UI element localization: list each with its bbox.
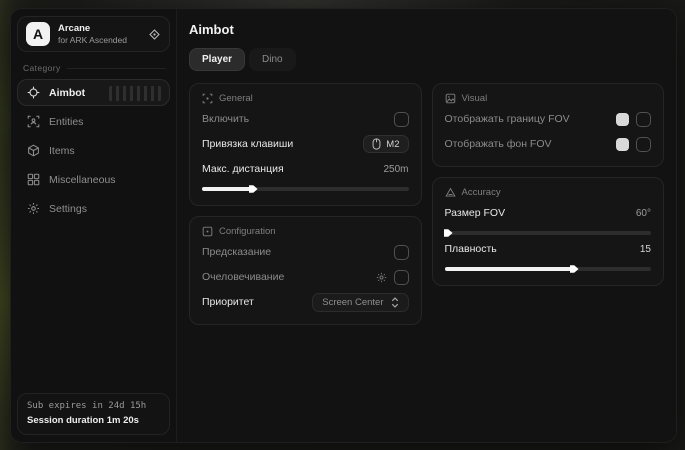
smoothness-slider[interactable] bbox=[445, 267, 652, 271]
panel-title: Visual bbox=[462, 93, 488, 104]
sidebar-item-label: Entities bbox=[49, 116, 83, 128]
gear-icon bbox=[27, 202, 40, 215]
sidebar-item-items[interactable]: Items bbox=[17, 137, 170, 164]
keybind-button[interactable]: M2 bbox=[363, 135, 408, 153]
gear-icon[interactable] bbox=[376, 272, 387, 283]
general-panel: General Включить Привязка клавиши bbox=[189, 83, 422, 206]
crosshair-icon bbox=[27, 86, 40, 99]
fov-border-checkbox[interactable] bbox=[636, 112, 651, 127]
smoothness-value: 15 bbox=[640, 244, 651, 255]
main-content: Aimbot Player Dino General bbox=[177, 9, 676, 442]
enable-row: Включить bbox=[202, 108, 409, 130]
visual-panel: Visual Отображать границу FOV Отображать… bbox=[432, 83, 665, 167]
prediction-row: Предсказание bbox=[202, 241, 409, 263]
divider bbox=[67, 68, 166, 69]
left-column: General Включить Привязка клавиши bbox=[189, 83, 422, 325]
fov-border-label: Отображать границу FOV bbox=[445, 113, 570, 125]
tab-player[interactable]: Player bbox=[189, 48, 245, 71]
slider-thumb[interactable] bbox=[249, 184, 258, 194]
max-distance-row: Макс. дистанция 250m bbox=[202, 158, 409, 180]
entity-scan-icon bbox=[27, 115, 40, 128]
triangle-icon bbox=[445, 187, 456, 198]
right-column: Visual Отображать границу FOV Отображать… bbox=[432, 83, 665, 286]
fov-border-row: Отображать границу FOV bbox=[445, 108, 652, 130]
tab-bar: Player Dino bbox=[189, 48, 664, 71]
sidebar-nav: Aimbot Entities Items bbox=[17, 79, 170, 222]
sidebar-item-label: Settings bbox=[49, 203, 87, 215]
fov-size-value: 60° bbox=[636, 208, 651, 219]
focus-icon bbox=[202, 93, 213, 104]
package-icon bbox=[202, 226, 213, 237]
configuration-panel: Configuration Предсказание Очеловечивани… bbox=[189, 216, 422, 325]
prediction-label: Предсказание bbox=[202, 246, 271, 258]
fov-background-color-swatch[interactable] bbox=[616, 138, 629, 151]
humanization-row: Очеловечивание bbox=[202, 266, 409, 288]
mouse-icon bbox=[372, 138, 381, 150]
fov-size-slider[interactable] bbox=[445, 231, 652, 235]
keybind-label: Привязка клавиши bbox=[202, 138, 293, 150]
sidebar-item-label: Aimbot bbox=[49, 87, 85, 99]
slider-thumb[interactable] bbox=[444, 228, 453, 238]
prediction-checkbox[interactable] bbox=[394, 245, 409, 260]
app-name: Arcane bbox=[58, 23, 140, 35]
sidebar-item-aimbot[interactable]: Aimbot bbox=[17, 79, 170, 106]
target-icon[interactable] bbox=[148, 28, 161, 41]
keybind-value: M2 bbox=[386, 139, 399, 150]
session-duration-text: Session duration 1m 20s bbox=[27, 414, 160, 428]
tab-dino[interactable]: Dino bbox=[249, 48, 296, 71]
max-distance-slider[interactable] bbox=[202, 187, 409, 191]
panel-title: Configuration bbox=[219, 226, 276, 237]
sidebar-item-label: Miscellaneous bbox=[49, 174, 116, 186]
enable-label: Включить bbox=[202, 113, 249, 125]
session-info-card: Sub expires in 24d 15h Session duration … bbox=[17, 393, 170, 435]
panel-columns: General Включить Привязка клавиши bbox=[189, 83, 664, 325]
sub-expires-text: Sub expires in 24d 15h bbox=[27, 400, 160, 414]
priority-label: Приоритет bbox=[202, 296, 254, 308]
priority-row: Приоритет Screen Center bbox=[202, 291, 409, 313]
image-icon bbox=[445, 93, 456, 104]
accuracy-panel: Accuracy Размер FOV 60° Плавность 15 bbox=[432, 177, 665, 286]
sidebar-item-settings[interactable]: Settings bbox=[17, 195, 170, 222]
fov-border-color-swatch[interactable] bbox=[616, 113, 629, 126]
fov-size-row: Размер FOV 60° bbox=[445, 202, 652, 224]
brand-card: A Arcane for ARK Ascended bbox=[17, 16, 170, 52]
max-distance-label: Макс. дистанция bbox=[202, 163, 284, 175]
enable-checkbox[interactable] bbox=[394, 112, 409, 127]
priority-dropdown[interactable]: Screen Center bbox=[312, 293, 408, 312]
grid-icon bbox=[27, 173, 40, 186]
panel-title: General bbox=[219, 93, 253, 104]
fov-background-label: Отображать фон FOV bbox=[445, 138, 552, 150]
priority-value: Screen Center bbox=[322, 297, 383, 308]
fov-background-row: Отображать фон FOV bbox=[445, 133, 652, 155]
sidebar-item-miscellaneous[interactable]: Miscellaneous bbox=[17, 166, 170, 193]
fov-size-label: Размер FOV bbox=[445, 207, 506, 219]
slider-thumb[interactable] bbox=[570, 264, 579, 274]
box-icon bbox=[27, 144, 40, 157]
brand-logo: A bbox=[26, 22, 50, 46]
humanization-checkbox[interactable] bbox=[394, 270, 409, 285]
humanization-label: Очеловечивание bbox=[202, 271, 284, 283]
fov-background-checkbox[interactable] bbox=[636, 137, 651, 152]
panel-title: Accuracy bbox=[462, 187, 501, 198]
sidebar-item-label: Items bbox=[49, 145, 75, 157]
smoothness-row: Плавность 15 bbox=[445, 238, 652, 260]
chevrons-up-down-icon bbox=[391, 297, 399, 308]
category-header: Category bbox=[23, 63, 166, 73]
sidebar-item-entities[interactable]: Entities bbox=[17, 108, 170, 135]
sidebar: A Arcane for ARK Ascended Category bbox=[11, 9, 177, 442]
keybind-row: Привязка клавиши M2 bbox=[202, 133, 409, 155]
app-window: A Arcane for ARK Ascended Category bbox=[10, 8, 677, 443]
max-distance-value: 250m bbox=[383, 164, 408, 175]
page-title: Aimbot bbox=[189, 22, 664, 37]
active-item-sheen bbox=[109, 86, 161, 101]
smoothness-label: Плавность bbox=[445, 243, 497, 255]
category-label: Category bbox=[23, 63, 61, 73]
app-subtitle: for ARK Ascended bbox=[58, 35, 140, 46]
